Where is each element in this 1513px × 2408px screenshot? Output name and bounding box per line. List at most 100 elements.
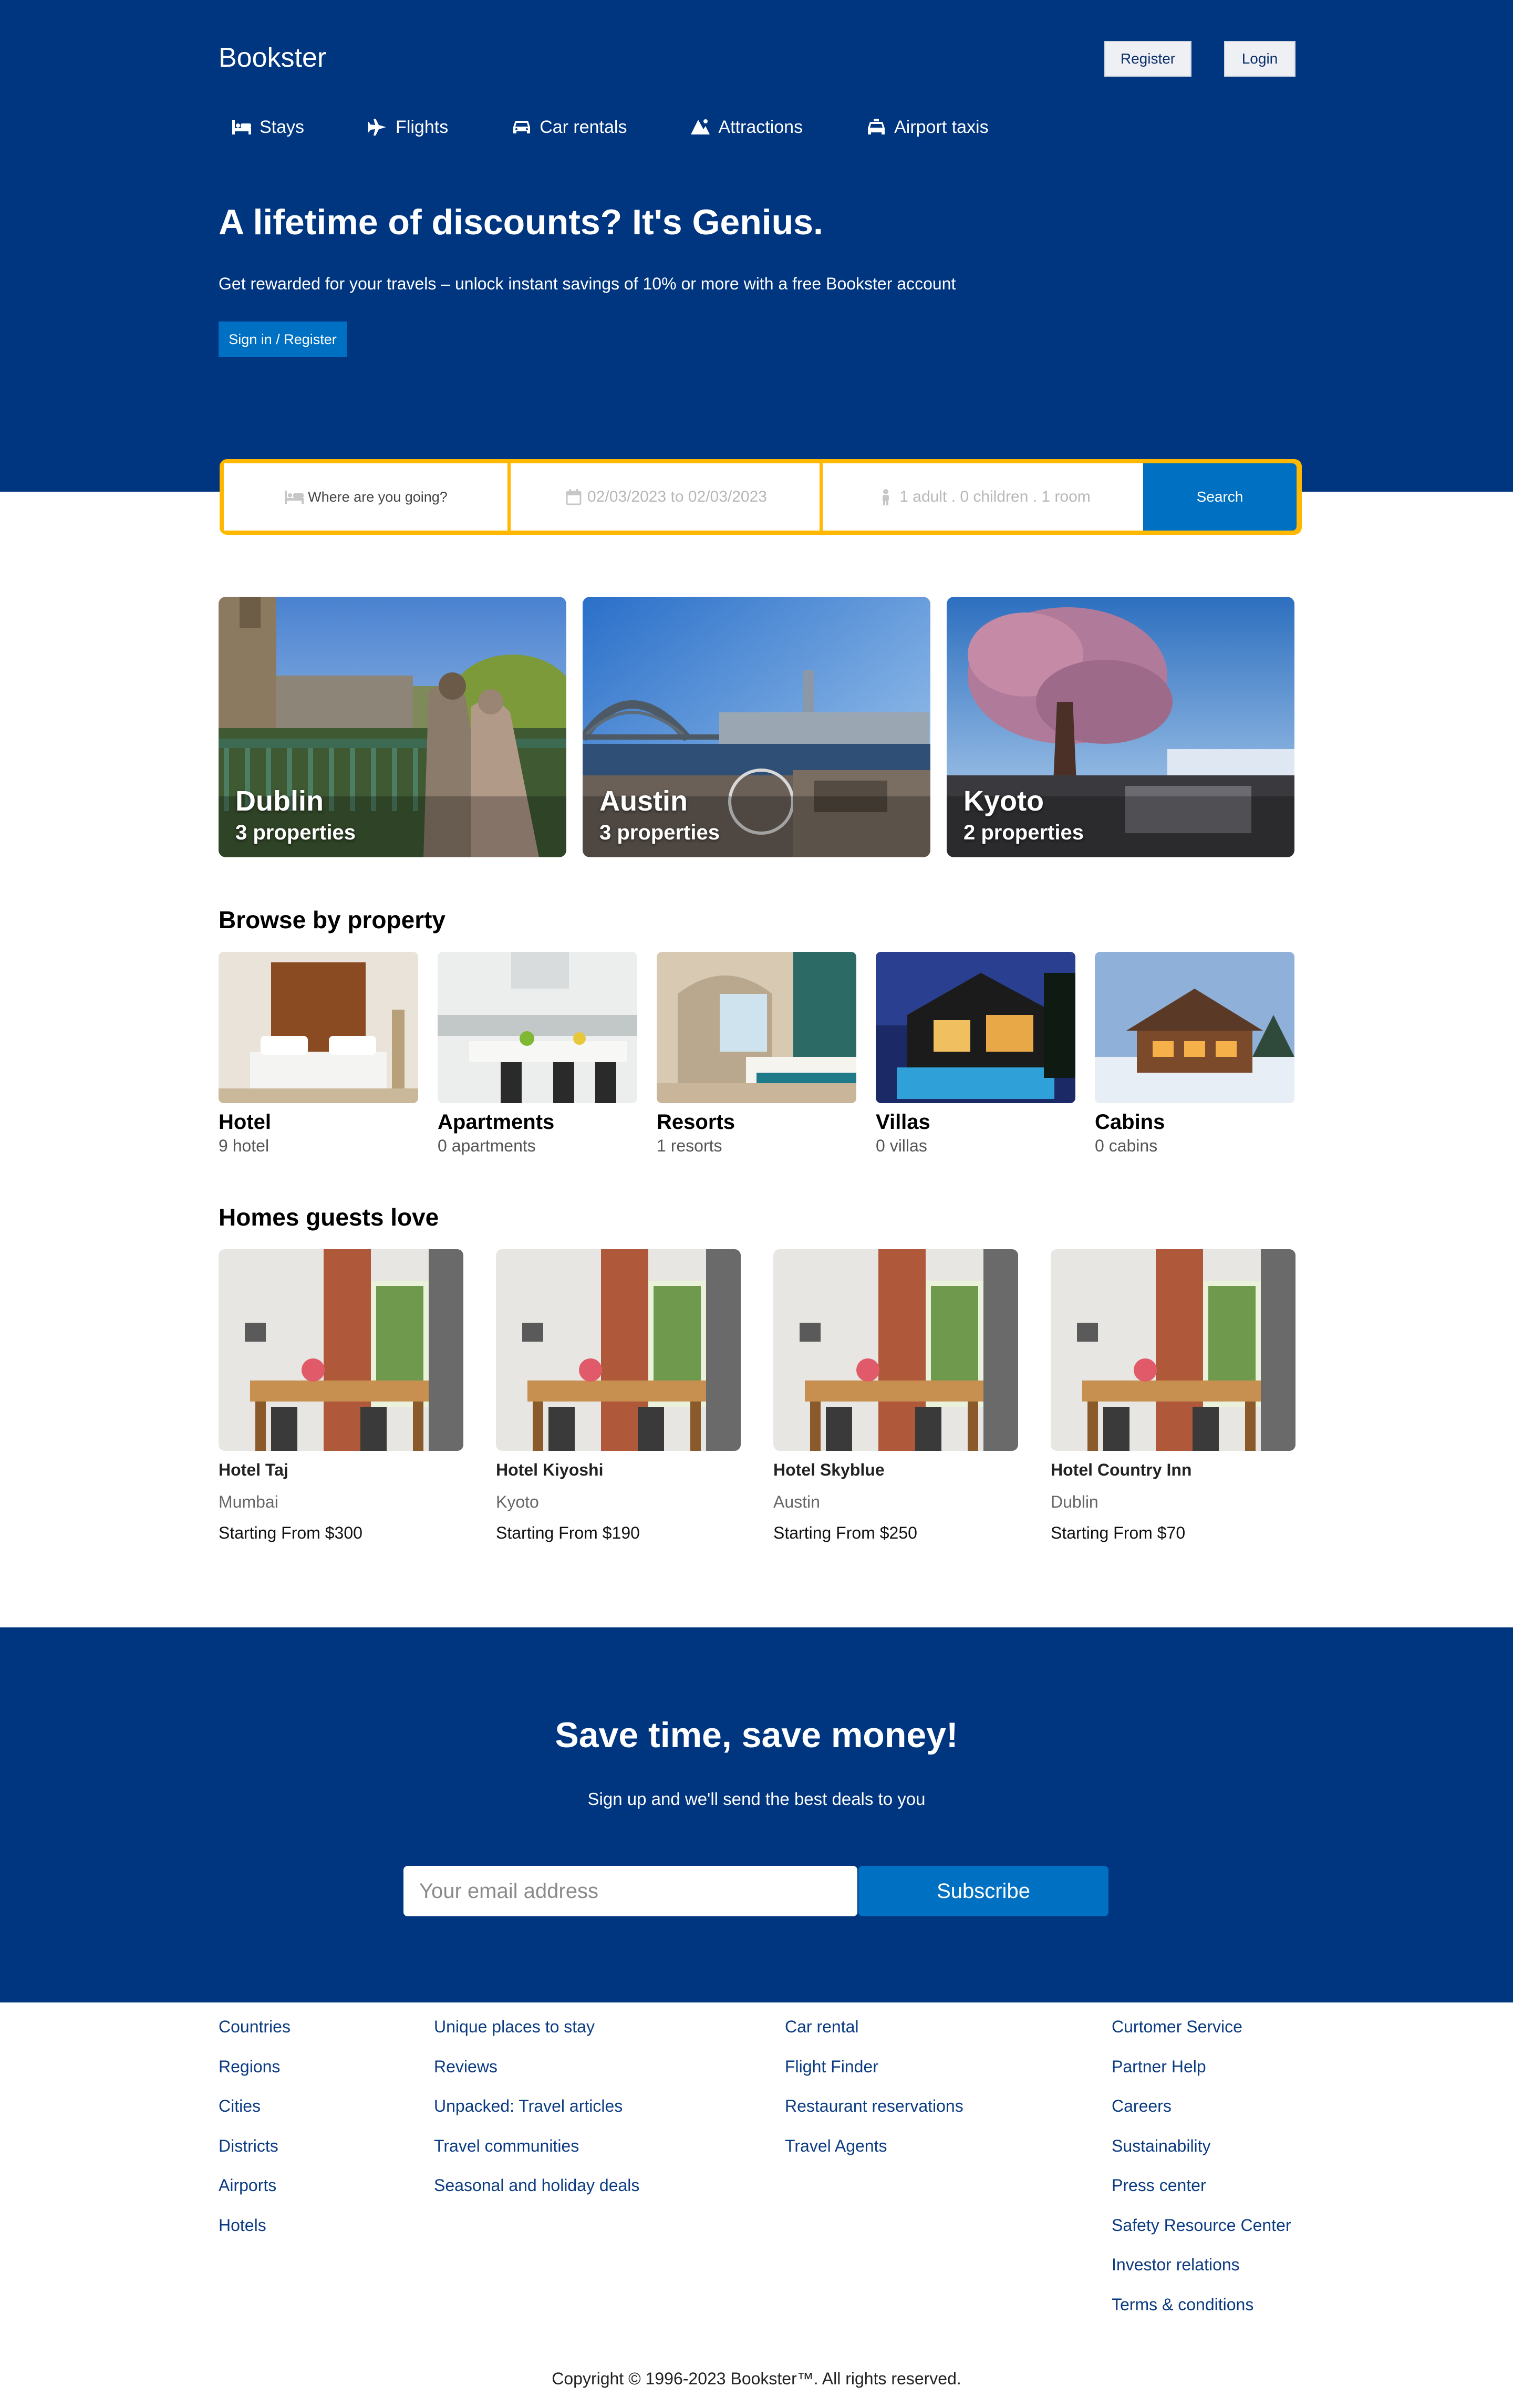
footer-link[interactable]: Airports bbox=[219, 2176, 291, 2216]
date-range-value: 02/03/2023 to 02/03/2023 bbox=[587, 488, 767, 505]
nav-attractions-label: Attractions bbox=[718, 117, 803, 137]
city-name: Austin bbox=[599, 785, 688, 817]
home-price: Starting From $300 bbox=[219, 1523, 362, 1542]
home-card[interactable]: Hotel Country Inn Dublin Starting From $… bbox=[1051, 1249, 1296, 1543]
featured-city-card[interactable]: Austin 3 properties bbox=[583, 597, 930, 857]
footer-link[interactable]: Seasonal and holiday deals bbox=[434, 2176, 639, 2216]
nav-flights-label: Flights bbox=[396, 117, 449, 137]
footer-link[interactable]: Careers bbox=[1112, 2096, 1291, 2136]
nav-attractions[interactable]: Attractions bbox=[690, 113, 803, 141]
register-button[interactable]: Register bbox=[1104, 41, 1191, 77]
nav-airport-taxis-label: Airport taxis bbox=[894, 117, 989, 137]
search-bar: Where are you going? 02/03/2023 to 02/03… bbox=[220, 459, 1302, 535]
property-type-count: 9 hotel bbox=[219, 1136, 270, 1155]
footer-link[interactable]: Countries bbox=[219, 2017, 291, 2057]
newsletter-title: Save time, save money! bbox=[555, 1715, 958, 1755]
guests-field[interactable]: 1 adult . 0 children . 1 room bbox=[823, 463, 1143, 531]
footer-column-3: Car rental Flight Finder Restaurant rese… bbox=[785, 2017, 963, 2176]
sign-in-register-button[interactable]: Sign in / Register bbox=[219, 321, 347, 357]
footer-link[interactable]: Safety Resource Center bbox=[1112, 2216, 1291, 2256]
home-photo bbox=[496, 1249, 741, 1451]
email-input[interactable] bbox=[403, 1866, 857, 1916]
home-name: Hotel Country Inn bbox=[1051, 1460, 1192, 1479]
newsletter-section: Save time, save money! Sign up and we'll… bbox=[0, 1627, 1513, 2002]
footer-link[interactable]: Districts bbox=[219, 2136, 291, 2176]
header: Bookster Register Login Stays Flights Ca… bbox=[0, 0, 1513, 492]
footer-link[interactable]: Restaurant reservations bbox=[785, 2096, 963, 2136]
footer-link[interactable]: Press center bbox=[1112, 2176, 1291, 2216]
footer-column-2: Unique places to stay Reviews Unpacked: … bbox=[434, 2017, 639, 2216]
brand-logo[interactable]: Bookster bbox=[219, 42, 326, 74]
footer-link[interactable]: Travel Agents bbox=[785, 2136, 963, 2176]
footer-link[interactable]: Terms & conditions bbox=[1112, 2295, 1291, 2335]
taxi-icon bbox=[868, 119, 885, 134]
footer-column-1: Countries Regions Cities Districts Airpo… bbox=[219, 2017, 291, 2255]
hero-title: A lifetime of discounts? It's Genius. bbox=[219, 202, 823, 242]
main-nav: Stays Flights Car rentals Attractions Ai… bbox=[231, 113, 1052, 141]
home-city: Mumbai bbox=[219, 1492, 278, 1511]
home-name: Hotel Kiyoshi bbox=[496, 1460, 604, 1479]
footer-link[interactable]: Regions bbox=[219, 2057, 291, 2097]
property-type-card[interactable]: Resorts 1 resorts bbox=[657, 952, 856, 1156]
home-city: Kyoto bbox=[496, 1492, 539, 1511]
dublin-photo bbox=[219, 597, 566, 857]
home-name: Hotel Taj bbox=[219, 1460, 288, 1479]
search-button[interactable]: Search bbox=[1143, 463, 1297, 531]
calendar-icon bbox=[566, 489, 582, 505]
property-type-count: 1 resorts bbox=[657, 1136, 722, 1155]
city-properties: 3 properties bbox=[599, 821, 720, 844]
guests-value: 1 adult . 0 children . 1 room bbox=[899, 488, 1091, 505]
bed-icon bbox=[285, 491, 304, 504]
footer-link[interactable]: Partner Help bbox=[1112, 2057, 1291, 2097]
property-type-card[interactable]: Villas 0 villas bbox=[876, 952, 1075, 1156]
hero-subtitle: Get rewarded for your travels – unlock i… bbox=[219, 274, 956, 293]
austin-photo bbox=[583, 597, 930, 857]
home-card[interactable]: Hotel Kiyoshi Kyoto Starting From $190 bbox=[496, 1249, 741, 1543]
footer-link[interactable]: Unpacked: Travel articles bbox=[434, 2096, 639, 2136]
nav-car-rentals-label: Car rentals bbox=[540, 117, 627, 137]
property-type-card[interactable]: Apartments 0 apartments bbox=[438, 952, 637, 1156]
property-type-card[interactable]: Cabins 0 cabins bbox=[1095, 952, 1294, 1156]
home-card[interactable]: Hotel Taj Mumbai Starting From $300 bbox=[219, 1249, 463, 1543]
attractions-icon bbox=[691, 119, 710, 134]
home-photo bbox=[219, 1249, 463, 1451]
footer-link[interactable]: Travel communities bbox=[434, 2136, 639, 2176]
login-button[interactable]: Login bbox=[1224, 41, 1296, 77]
footer-link[interactable]: Car rental bbox=[785, 2017, 963, 2057]
cabins-photo bbox=[1095, 952, 1294, 1103]
person-icon bbox=[883, 489, 889, 505]
footer-link[interactable]: Unique places to stay bbox=[434, 2017, 639, 2057]
footer-link[interactable]: Sustainability bbox=[1112, 2136, 1291, 2176]
featured-city-card[interactable]: Dublin 3 properties bbox=[219, 597, 566, 857]
footer-link[interactable]: Flight Finder bbox=[785, 2057, 963, 2097]
nav-car-rentals[interactable]: Car rentals bbox=[511, 113, 627, 141]
home-price: Starting From $250 bbox=[773, 1523, 917, 1542]
nav-stays-label: Stays bbox=[260, 117, 305, 137]
footer-column-4: Curtomer Service Partner Help Careers Su… bbox=[1112, 2017, 1291, 2334]
copyright: Copyright © 1996-2023 Bookster™. All rig… bbox=[552, 2369, 961, 2388]
destination-field[interactable]: Where are you going? bbox=[224, 463, 511, 531]
footer-link[interactable]: Hotels bbox=[219, 2216, 291, 2256]
nav-stays[interactable]: Stays bbox=[231, 113, 304, 141]
nav-airport-taxis[interactable]: Airport taxis bbox=[866, 113, 989, 141]
footer-link[interactable]: Cities bbox=[219, 2096, 291, 2136]
property-type-label: Apartments bbox=[438, 1110, 555, 1134]
footer-link[interactable]: Reviews bbox=[434, 2057, 639, 2097]
subscribe-button[interactable]: Subscribe bbox=[858, 1866, 1108, 1916]
property-type-label: Villas bbox=[876, 1110, 930, 1134]
home-city: Dublin bbox=[1051, 1492, 1099, 1511]
nav-flights[interactable]: Flights bbox=[367, 113, 448, 141]
featured-city-card[interactable]: Kyoto 2 properties bbox=[947, 597, 1294, 857]
city-properties: 3 properties bbox=[235, 821, 356, 844]
home-price: Starting From $190 bbox=[496, 1523, 640, 1542]
footer-link[interactable]: Investor relations bbox=[1112, 2255, 1291, 2295]
city-name: Dublin bbox=[235, 785, 324, 817]
property-type-card[interactable]: Hotel 9 hotel bbox=[219, 952, 418, 1156]
destination-placeholder: Where are you going? bbox=[308, 489, 448, 505]
date-range-field[interactable]: 02/03/2023 to 02/03/2023 bbox=[511, 463, 823, 531]
city-name: Kyoto bbox=[963, 785, 1044, 817]
city-properties: 2 properties bbox=[963, 821, 1084, 844]
apartments-photo bbox=[438, 952, 637, 1103]
footer-link[interactable]: Curtomer Service bbox=[1112, 2017, 1291, 2057]
home-card[interactable]: Hotel Skyblue Austin Starting From $250 bbox=[773, 1249, 1018, 1543]
